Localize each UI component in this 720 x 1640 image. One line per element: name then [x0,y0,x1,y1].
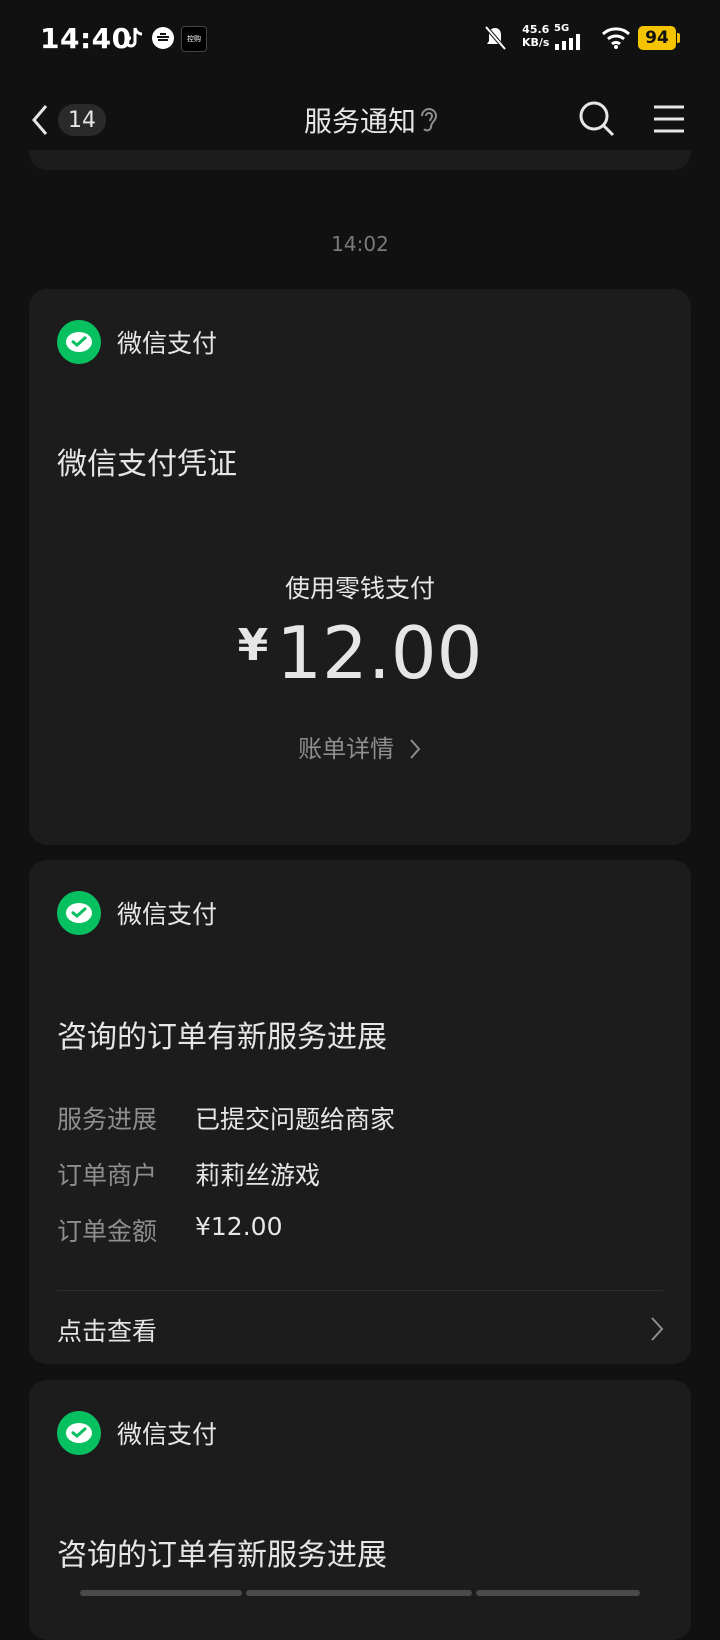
service-progress-card[interactable]: 微信支付 咨询的订单有新服务进展 [29,1380,691,1640]
row-value: 已提交问题给商家 [195,1105,396,1134]
wechat-pay-icon [57,320,101,364]
service-progress-card[interactable]: 微信支付 咨询的订单有新服务进展 服务进展 已提交问题给商家 订单商户 莉莉丝游… [29,860,691,1364]
card-title: 咨询的订单有新服务进展 [57,1020,387,1055]
card-source: 微信支付 [117,1420,218,1449]
currency-symbol: ¥ [237,620,269,671]
app-badge-label: 控购 [187,35,201,43]
gesture-bar [80,1590,242,1596]
view-details-link[interactable]: 点击查看 [57,1312,157,1348]
net-speed-unit: KB/s [522,36,550,49]
chevron-right-icon [410,739,421,759]
detail-row-amount: 订单金额 ¥12.00 [57,1212,282,1248]
card-header: 微信支付 [57,1410,217,1456]
row-value: ¥12.00 [195,1212,283,1241]
payment-method: 使用零钱支付 [284,574,435,603]
payment-amount: ¥12.00 [29,611,691,695]
battery-tip [677,33,680,43]
menu-icon[interactable] [652,102,686,136]
gesture-bar [246,1590,472,1596]
tiktok-icon [122,24,146,52]
mute-bell-icon [482,24,508,52]
net-speed-value: 45.6 [522,23,550,36]
amount-value: 12.00 [276,611,483,695]
bill-detail-label: 账单详情 [298,735,395,763]
card-title: 咨询的订单有新服务进展 [57,1538,387,1573]
row-label: 订单商户 [57,1161,158,1190]
battery-indicator: 94 [638,26,676,50]
app-notification-icon [150,24,176,52]
network-type: 5G [554,23,570,34]
status-time: 14:40 [40,22,132,55]
row-label: 服务进展 [57,1105,158,1134]
gesture-bar [476,1590,640,1596]
card-source: 微信支付 [117,329,218,358]
previous-card-edge [29,150,691,170]
wechat-pay-icon [57,1411,101,1455]
app-badge-icon: 控购 [181,26,207,52]
card-title: 微信支付凭证 [57,447,237,482]
card-header: 微信支付 [57,890,217,936]
wifi-icon [600,24,632,52]
chevron-right-icon [649,1316,665,1342]
detail-row-merchant: 订单商户 莉莉丝游戏 [57,1156,320,1192]
bill-detail-link[interactable]: 账单详情 [29,729,691,764]
detail-row-progress: 服务进展 已提交问题给商家 [57,1100,395,1136]
payment-receipt-card[interactable]: 微信支付 微信支付凭证 使用零钱支付 ¥12.00 账单详情 [29,289,691,845]
nav-bar: 14 服务通知 [0,90,720,150]
wechat-pay-icon [57,891,101,935]
card-source: 微信支付 [117,900,218,929]
card-divider [57,1290,663,1291]
row-value: 莉莉丝游戏 [195,1161,321,1190]
card-header: 微信支付 [57,319,217,365]
status-bar: 14:40 控购 45.6 KB/s 5G 94 [0,0,720,80]
signal-icon: 5G [554,22,586,52]
net-speed: 45.6 KB/s [522,23,549,49]
message-timestamp: 14:02 [331,232,389,256]
search-icon[interactable] [578,100,616,138]
row-label: 订单金额 [57,1217,158,1246]
ear-icon [416,106,440,134]
